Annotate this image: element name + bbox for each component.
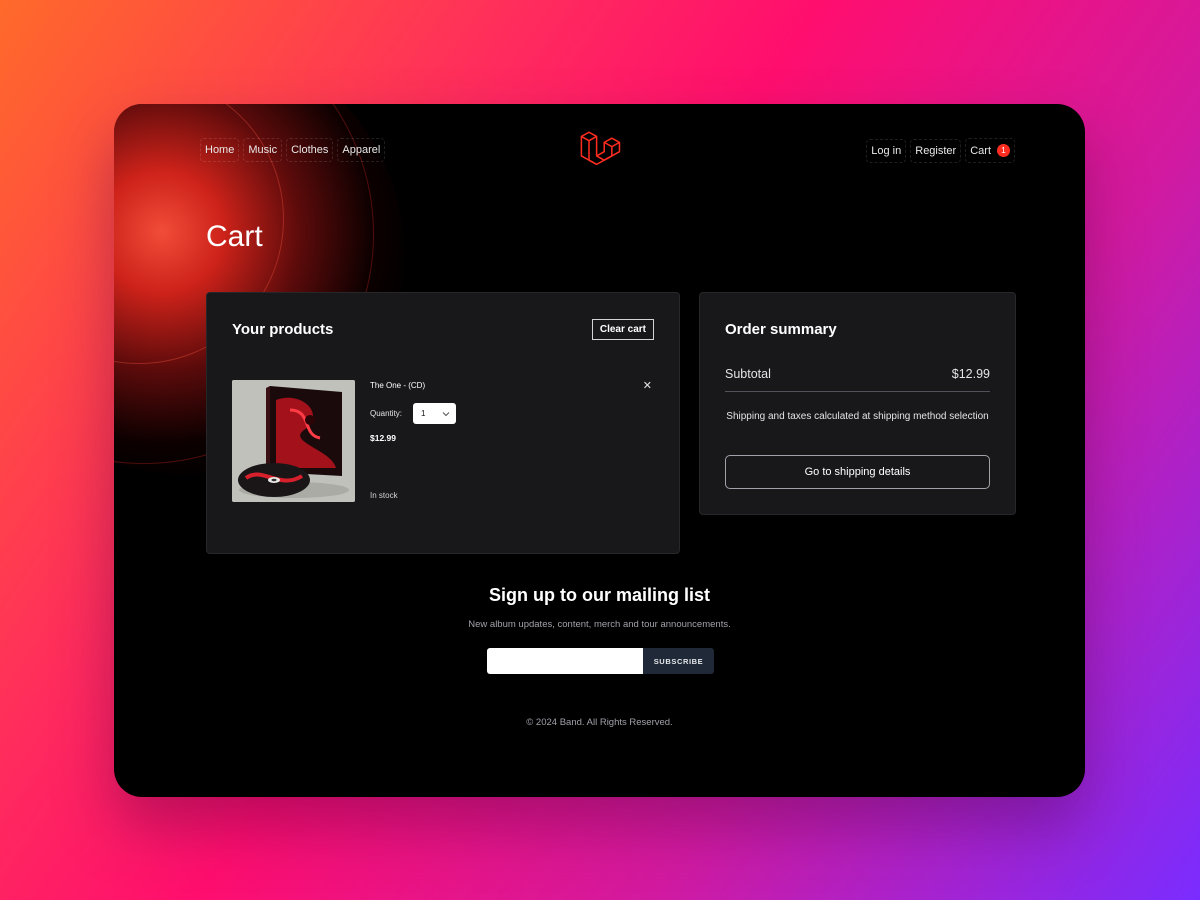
account-nav: Log in Register Cart 1 xyxy=(866,138,1015,163)
mailing-title: Sign up to our mailing list xyxy=(489,585,710,605)
chevron-down-icon xyxy=(442,411,450,416)
subscribe-button[interactable]: SUBSCRIBE xyxy=(643,648,714,674)
products-panel: Your products Clear cart The One - (CD) … xyxy=(206,292,680,554)
app-window: Home Music Clothes Apparel Log in Regist… xyxy=(114,104,1085,797)
shipping-note: Shipping and taxes calculated at shippin… xyxy=(726,411,989,422)
subtotal-label: Subtotal xyxy=(725,367,771,381)
laravel-logo-icon[interactable] xyxy=(578,128,622,172)
nav-music[interactable]: Music xyxy=(243,138,283,162)
summary-title: Order summary xyxy=(725,321,837,338)
nav-home[interactable]: Home xyxy=(200,138,240,162)
product-image xyxy=(232,380,355,502)
footer-copyright: © 2024 Band. All Rights Reserved. xyxy=(526,717,673,728)
cart-count-badge: 1 xyxy=(997,144,1010,157)
login-link[interactable]: Log in xyxy=(866,138,907,163)
clear-cart-button[interactable]: Clear cart xyxy=(591,319,654,340)
nav-clothes[interactable]: Clothes xyxy=(286,138,334,162)
subtotal-row: Subtotal $12.99 xyxy=(725,367,990,392)
cart-link[interactable]: Cart 1 xyxy=(965,138,1015,163)
stock-status: In stock xyxy=(370,491,398,500)
order-summary-panel: Order summary Subtotal $12.99 Shipping a… xyxy=(699,292,1016,515)
quantity-label: Quantity: xyxy=(370,409,403,418)
quantity-value: 1 xyxy=(421,409,426,418)
nav-apparel[interactable]: Apparel xyxy=(337,138,386,162)
cart-label: Cart xyxy=(970,144,991,157)
products-title: Your products xyxy=(232,321,334,338)
register-link[interactable]: Register xyxy=(910,138,962,163)
page-title: Cart xyxy=(206,220,263,253)
mailing-subtitle: New album updates, content, merch and to… xyxy=(468,619,731,630)
subtotal-value: $12.99 xyxy=(951,367,990,381)
email-input[interactable] xyxy=(487,648,643,674)
product-price: $12.99 xyxy=(370,433,396,443)
main-nav: Home Music Clothes Apparel xyxy=(200,138,386,162)
product-name[interactable]: The One - (CD) xyxy=(370,381,425,390)
quantity-select[interactable]: 1 xyxy=(413,403,456,424)
shipping-details-button[interactable]: Go to shipping details xyxy=(725,455,990,489)
remove-item-close-icon[interactable]: ✕ xyxy=(643,379,652,392)
